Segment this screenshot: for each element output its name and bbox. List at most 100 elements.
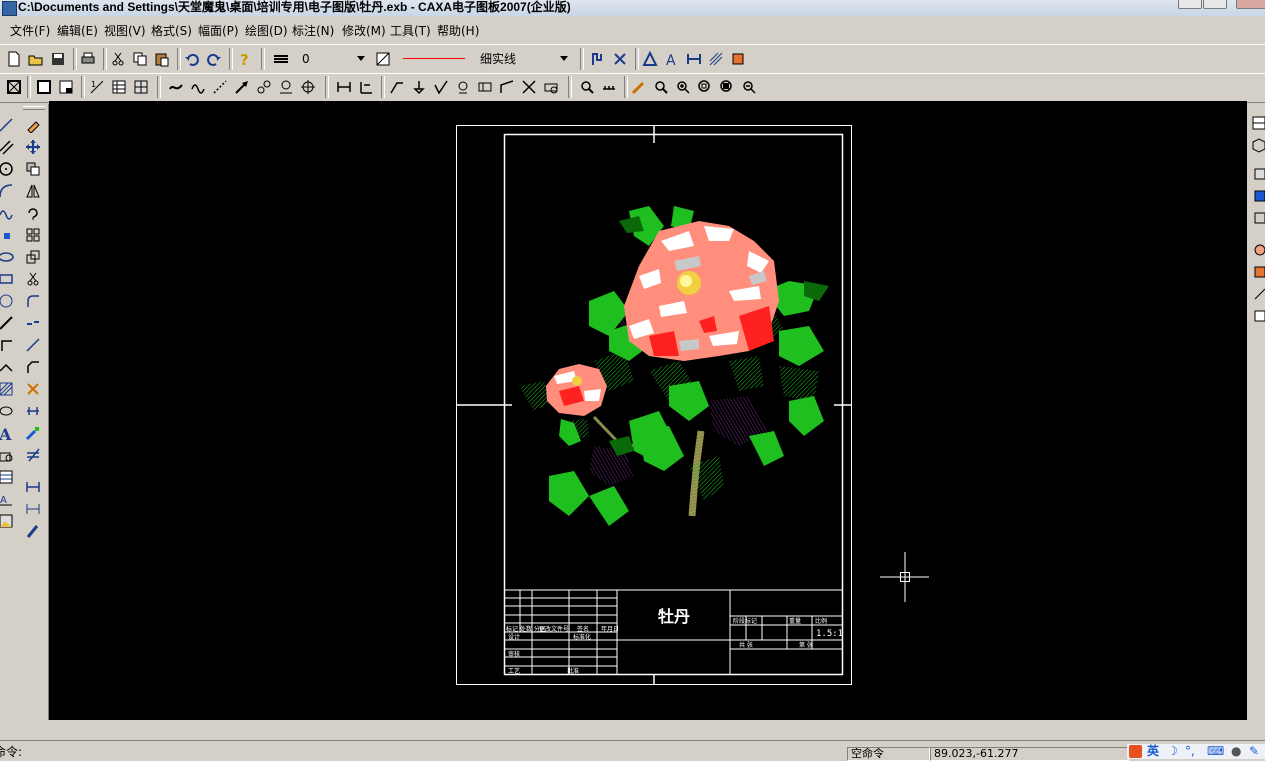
offset-icon[interactable]: [24, 446, 42, 464]
menu-tools[interactable]: 工具(T): [390, 23, 431, 39]
pan-icon[interactable]: [652, 78, 670, 96]
polyline-icon[interactable]: [0, 336, 15, 354]
text-icon[interactable]: A: [0, 424, 15, 442]
paste-icon[interactable]: [153, 50, 171, 68]
sheet-size-icon[interactable]: [35, 78, 53, 96]
explode-icon[interactable]: [24, 380, 42, 398]
bolt-icon[interactable]: [255, 78, 273, 96]
part-number-icon[interactable]: 1: [88, 78, 106, 96]
query-icon[interactable]: [578, 78, 596, 96]
break-view-icon[interactable]: [1250, 262, 1265, 280]
section-view-icon[interactable]: [1250, 208, 1265, 226]
text-block-icon[interactable]: A: [0, 490, 15, 508]
linetype-select[interactable]: 细实线: [397, 50, 570, 68]
rotate-icon[interactable]: [24, 204, 42, 222]
coordinate-dim-icon[interactable]: [357, 78, 375, 96]
match-properties-icon[interactable]: [24, 424, 42, 442]
menu-view[interactable]: 视图(V): [104, 23, 146, 39]
parts-list-icon[interactable]: [110, 78, 128, 96]
center-hole-icon[interactable]: [520, 78, 538, 96]
scale-icon[interactable]: [24, 248, 42, 266]
ime-lang[interactable]: 英: [1147, 744, 1159, 759]
snap-icon[interactable]: [589, 50, 607, 68]
drawing-canvas[interactable]: 标记 处数 分区 更改文件号 签名 年月日 设计 标准化 审核 工艺 批准 阶段…: [49, 101, 1247, 720]
menu-draw[interactable]: 绘图(D): [245, 23, 288, 39]
menu-edit[interactable]: 编辑(E): [57, 23, 98, 39]
fillet-icon[interactable]: [24, 292, 42, 310]
hatch-icon[interactable]: [0, 380, 15, 398]
menu-modify[interactable]: 修改(M): [342, 23, 386, 39]
zoom-in-icon[interactable]: [674, 78, 692, 96]
layer-select[interactable]: 0: [299, 50, 367, 68]
3d-view-icon[interactable]: [1250, 136, 1265, 154]
punctuation-icon[interactable]: °,: [1185, 744, 1195, 759]
measure-icon[interactable]: [600, 78, 618, 96]
trim-icon[interactable]: [24, 270, 42, 288]
zoom-all-icon[interactable]: [718, 78, 736, 96]
point-snap-icon[interactable]: [611, 50, 629, 68]
equidistant-icon[interactable]: [0, 358, 15, 376]
wrench-icon[interactable]: ✎: [1249, 744, 1259, 759]
zoom-window-icon[interactable]: [696, 78, 714, 96]
detail-table-icon[interactable]: [132, 78, 150, 96]
parallel-line-icon[interactable]: [0, 138, 15, 156]
copy-icon[interactable]: [131, 50, 149, 68]
extend-icon[interactable]: [24, 336, 42, 354]
drag-icon[interactable]: [729, 50, 747, 68]
view-manager-icon[interactable]: [1250, 306, 1265, 324]
aux-view-icon[interactable]: [1250, 284, 1265, 302]
chamfer-icon[interactable]: [24, 358, 42, 376]
close-button[interactable]: [1236, 0, 1265, 9]
menu-help[interactable]: 帮助(H): [437, 23, 479, 39]
leader-icon[interactable]: [388, 78, 406, 96]
polygon-icon[interactable]: [0, 292, 15, 310]
move-icon[interactable]: [24, 138, 42, 156]
redo-icon[interactable]: [205, 50, 223, 68]
arrow-icon[interactable]: [233, 78, 251, 96]
dimension-icon[interactable]: [335, 78, 353, 96]
menu-dimension[interactable]: 标注(N): [292, 23, 334, 39]
menu-format[interactable]: 格式(S): [151, 23, 192, 39]
array-icon[interactable]: [24, 226, 42, 244]
tolerance-icon[interactable]: [476, 78, 494, 96]
insert-table-icon[interactable]: [0, 468, 15, 486]
cut-icon[interactable]: [109, 50, 127, 68]
curve-icon[interactable]: [0, 204, 15, 222]
open-file-icon[interactable]: [27, 50, 45, 68]
section-icon[interactable]: [498, 78, 516, 96]
undo-icon[interactable]: [183, 50, 201, 68]
new-file-icon[interactable]: [5, 50, 23, 68]
maximize-button[interactable]: [1203, 0, 1227, 9]
menu-sheet[interactable]: 幅面(P): [198, 23, 239, 39]
view-orient-icon[interactable]: [1250, 164, 1265, 182]
redraw-icon[interactable]: [630, 78, 648, 96]
weld-icon[interactable]: [454, 78, 472, 96]
circle-icon[interactable]: [0, 160, 15, 178]
detail-view-icon[interactable]: [1250, 240, 1265, 258]
spline-icon[interactable]: [189, 78, 207, 96]
hole-icon[interactable]: [277, 78, 295, 96]
block-icon[interactable]: [0, 446, 15, 464]
fill-icon[interactable]: [0, 402, 15, 420]
save-icon[interactable]: [49, 50, 67, 68]
dim-align-icon[interactable]: [24, 500, 42, 518]
brush-icon[interactable]: [24, 522, 42, 540]
line-icon[interactable]: [0, 116, 15, 134]
title-block-icon[interactable]: [57, 78, 75, 96]
center-line-icon[interactable]: [299, 78, 317, 96]
layer-icon[interactable]: [272, 50, 290, 68]
rectangle-icon[interactable]: [0, 270, 15, 288]
command-line[interactable]: 命令:: [0, 745, 840, 759]
ellipse-icon[interactable]: [0, 248, 15, 266]
break-icon[interactable]: [24, 314, 42, 332]
dim-style-icon[interactable]: [685, 50, 703, 68]
eraser-icon[interactable]: [24, 116, 42, 134]
gear-icon[interactable]: [167, 78, 185, 96]
edit-dim-icon[interactable]: [542, 78, 560, 96]
keyboard-icon[interactable]: ⌨: [1207, 744, 1224, 759]
layer-manager-icon[interactable]: [1250, 114, 1265, 132]
image-icon[interactable]: [0, 512, 15, 530]
centerline-icon[interactable]: [0, 314, 15, 332]
properties-icon[interactable]: [641, 50, 659, 68]
minimize-button[interactable]: [1178, 0, 1202, 9]
